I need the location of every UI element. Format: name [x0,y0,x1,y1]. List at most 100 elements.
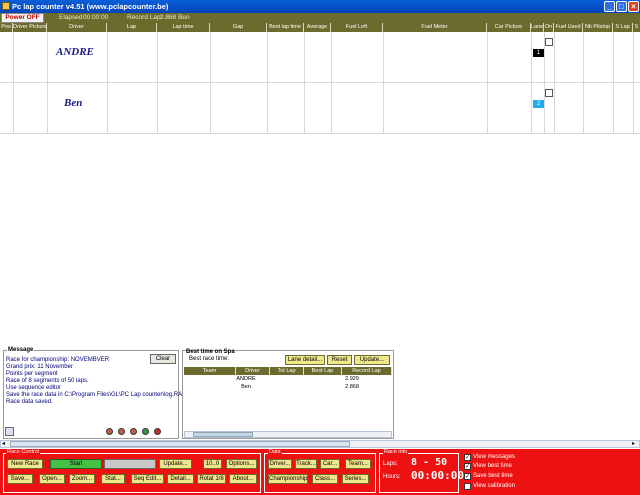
message-line: Points per segment [6,371,58,377]
series-button[interactable]: Series... [342,474,369,484]
countdown-button[interactable]: 10..0 [203,459,222,469]
on-checkbox[interactable] [545,89,553,97]
scrollbar-thumb[interactable] [10,441,350,447]
team-button[interactable]: Team... [345,459,371,469]
update-button[interactable]: Update... [159,459,192,469]
message-line: Use sequence editor [6,385,62,391]
close-button[interactable]: × [628,1,639,12]
scroll-left-icon[interactable]: ◂ [2,441,8,447]
col-lane[interactable]: Lane [531,23,544,32]
status-strip: Power OFF Elapsed : 00:00:00 Record Lap:… [0,13,640,23]
view-best-time-checkbox[interactable]: ✓ [464,463,471,470]
col-on[interactable]: On [544,23,554,32]
col-driver[interactable]: Driver [47,23,107,32]
race-row[interactable]: Ben 2 [0,83,640,134]
best-col-team[interactable]: Team [184,367,236,375]
message-line: Race data saved. [6,399,53,405]
message-line: Save the race data in C:\Program Files\G… [6,392,187,398]
col-driver-picture[interactable]: Driver Picture [13,23,47,32]
about-button[interactable]: About... [229,474,257,484]
elapsed-value: 00:00:00 [83,14,109,21]
col-lap-time[interactable]: Lap time [157,23,210,32]
hours-value: 00:00:00 [411,469,464,482]
status-light-icon [142,428,149,435]
track-button[interactable]: Track... [295,459,317,469]
maximize-button[interactable]: □ [616,1,627,12]
options-button[interactable]: Options... [226,459,257,469]
open-button[interactable]: Open... [39,474,65,484]
championship-button[interactable]: Championship... [268,474,308,484]
message-line: Race of 8 segments of 50 laps. [6,378,89,384]
power-off-button[interactable]: Power OFF [1,13,44,23]
best-col-tot-lap[interactable]: Tot Lap [270,367,304,375]
view-best-time-label: View best time [473,463,512,469]
car-button[interactable]: Car... [320,459,340,469]
best-col-driver[interactable]: Driver [236,367,270,375]
save-best-time-label: Save best time [473,473,513,479]
best-record: 2.929 [345,376,359,382]
lane-badge: 2 [533,100,544,108]
clear-button[interactable]: Clear [150,354,176,364]
best-race-time-label: Best race time: [189,356,230,362]
race-row[interactable]: ANDRE 1 [0,32,640,83]
col-gap[interactable]: Gap [210,23,267,32]
col-average[interactable]: Average [304,23,331,32]
stat-button[interactable]: Stat... [101,474,125,484]
race-info-label: Race info [383,449,409,455]
col-car-picture[interactable]: Car Picture [487,23,531,32]
view-calibration-label: View calibration [473,483,515,489]
zoom-button[interactable]: Zoom... [69,474,95,484]
laps-value: 8 - 50 [411,457,448,468]
minimize-button[interactable]: _ [604,1,615,12]
app-window: Pc lap counter v4.51 (www.pclapcounter.b… [0,0,640,495]
message-line: Race for championship: NOVEMBVER [6,357,110,363]
col-fuel-meter[interactable]: Fuel Meter [383,23,487,32]
col-fuel-used[interactable]: Fuel Used [554,23,583,32]
update-best-button[interactable]: Update... [354,355,390,365]
col-nb-pitstop[interactable]: Nb Pitstop [583,23,613,32]
scrollbar-thumb[interactable] [193,432,253,437]
title-bar: Pc lap counter v4.51 (www.pclapcounter.b… [0,0,640,13]
window-title: Pc lap counter v4.51 (www.pclapcounter.b… [12,2,169,11]
col-lap[interactable]: Lap [107,23,157,32]
reset-button[interactable]: Reset [327,355,352,365]
col-s[interactable]: S [633,23,640,32]
seq-edit-button[interactable]: Seq Edit... [131,474,164,484]
view-messages-checkbox[interactable]: ✓ [464,454,471,461]
driver-button[interactable]: Driver... [268,459,292,469]
best-time-title: Best time on Spa [186,349,235,355]
disabled-button [104,459,156,469]
save-button[interactable]: Save... [7,474,33,484]
view-calibration-checkbox[interactable] [464,483,471,490]
laps-label: Laps: [383,461,398,467]
on-checkbox[interactable] [545,38,553,46]
new-race-button[interactable]: New Race [7,459,43,469]
best-col-record-lap[interactable]: Record Lap [342,367,392,375]
status-light-icon [154,428,161,435]
record-value: 2.868 Ben [160,14,190,21]
driver-name: ANDRE [56,46,94,58]
start-button[interactable]: Start [50,459,102,469]
status-light-icon [106,428,113,435]
lane-detail-button[interactable]: Lane detail... [285,355,325,365]
record-label: Record Lap: [127,14,163,21]
flag-icon[interactable] [5,427,14,436]
col-fuel-left[interactable]: Fuel Left [331,23,383,32]
col-s-lap[interactable]: S Lap [613,23,633,32]
col-best-lap-time[interactable]: Best lap time [267,23,304,32]
message-title: Message [7,347,35,353]
scroll-right-icon[interactable]: ▸ [632,441,638,447]
col-pos[interactable]: Pos [0,23,13,32]
rotat-button[interactable]: Rotat 1/8 [197,474,226,484]
status-light-icon [130,428,137,435]
save-best-time-checkbox[interactable]: ✓ [464,473,471,480]
best-record: 2.868 [345,384,359,390]
race-control-label: Race Control [6,449,41,455]
app-icon [2,2,10,10]
best-col-best-lap[interactable]: Best Lap [304,367,342,375]
detail-button[interactable]: Detail... [167,474,194,484]
class-button[interactable]: Class... [312,474,338,484]
driver-name: Ben [64,97,83,109]
hours-label: Hours: [383,474,401,480]
status-light-icon [118,428,125,435]
